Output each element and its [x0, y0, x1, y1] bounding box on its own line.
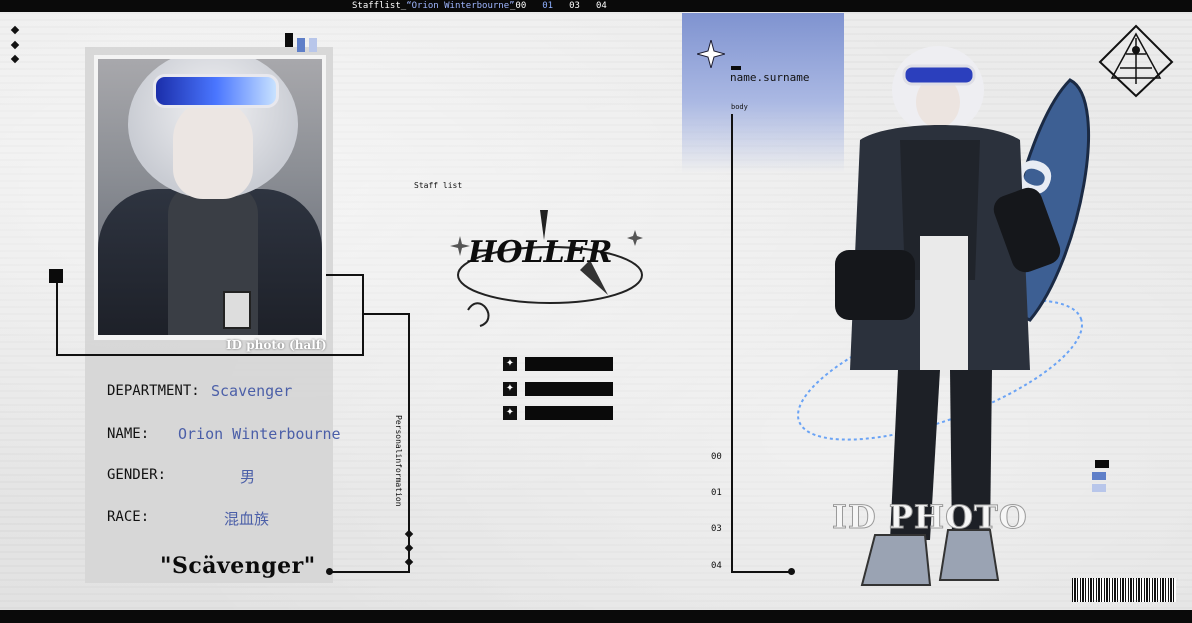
gender-label: GENDER: [107, 467, 167, 483]
race-label: RACE: [107, 509, 150, 525]
header-index-03[interactable]: 03 [569, 1, 580, 11]
staff-list-label: Staff list [414, 181, 463, 190]
logo-text: HOLLER [467, 235, 612, 270]
sparkle-icon: ✦ [503, 357, 517, 371]
photo-caption: ID photo (half) [226, 338, 327, 352]
swatch-black [1095, 460, 1109, 468]
character-portrait [98, 59, 322, 335]
menu-bar [525, 357, 613, 371]
star-diamond-icon [697, 40, 725, 68]
id-photo-frame [94, 55, 326, 340]
name-label: NAME: [107, 426, 150, 442]
bottom-bar [0, 610, 1192, 623]
menu-bar [525, 382, 613, 396]
body-index-01[interactable]: 01 [711, 488, 722, 498]
top-bar: Stafflist_“Orion Winterbourne” _00 01 03 04 [0, 0, 1192, 12]
header-title-prefix: Stafflist_ [352, 1, 407, 11]
connector-line [362, 274, 364, 356]
name-value: Orion Winterbourne [178, 425, 341, 443]
marker-square [49, 269, 63, 283]
id-photo-watermark: ID PHOTO [832, 498, 1028, 537]
swatch-black [285, 33, 293, 47]
header-title: Stafflist_“Orion Winterbourne” [352, 0, 515, 12]
sparkle-icon: ✦ [503, 406, 517, 420]
connector-line [56, 354, 364, 356]
swatch-blue [297, 38, 305, 52]
vertical-section-label: Personalinformation [394, 415, 403, 507]
id-badge-icon [223, 291, 251, 329]
body-index-03[interactable]: 03 [711, 524, 722, 534]
header-index-00[interactable]: _00 [510, 1, 526, 11]
menu-bar [525, 406, 613, 420]
connector-line [330, 571, 410, 573]
header-index-01[interactable]: 01 [542, 1, 553, 11]
department-value: Scavenger [211, 382, 293, 400]
connector-dot [326, 568, 333, 575]
header-index-list: _00 01 03 04 [510, 0, 623, 12]
connector-line [326, 274, 364, 276]
connector-line [56, 283, 58, 355]
name-marker [731, 66, 741, 70]
character-quote: "Scävenger" [160, 553, 316, 579]
header-title-name: “Orion Winterbourne” [406, 1, 515, 11]
holler-logo: HOLLER [450, 210, 643, 327]
body-label: body [731, 103, 748, 111]
department-label: DEPARTMENT: [107, 383, 200, 399]
body-timeline-line [731, 114, 733, 572]
gender-value: 男 [240, 468, 256, 486]
sparkle-icon: ✦ [503, 382, 517, 396]
body-index-00[interactable]: 00 [711, 452, 722, 462]
swatch-blue [1092, 472, 1106, 480]
connector-line [364, 313, 409, 315]
goggles-icon [153, 74, 279, 108]
header-index-04[interactable]: 04 [596, 1, 607, 11]
barcode [1072, 578, 1176, 602]
race-value: 混血族 [224, 510, 270, 528]
swatch-light-blue [309, 38, 317, 52]
body-index-04[interactable]: 04 [711, 561, 722, 571]
swatch-light-blue [1092, 484, 1106, 492]
crest-icon [1098, 24, 1174, 98]
